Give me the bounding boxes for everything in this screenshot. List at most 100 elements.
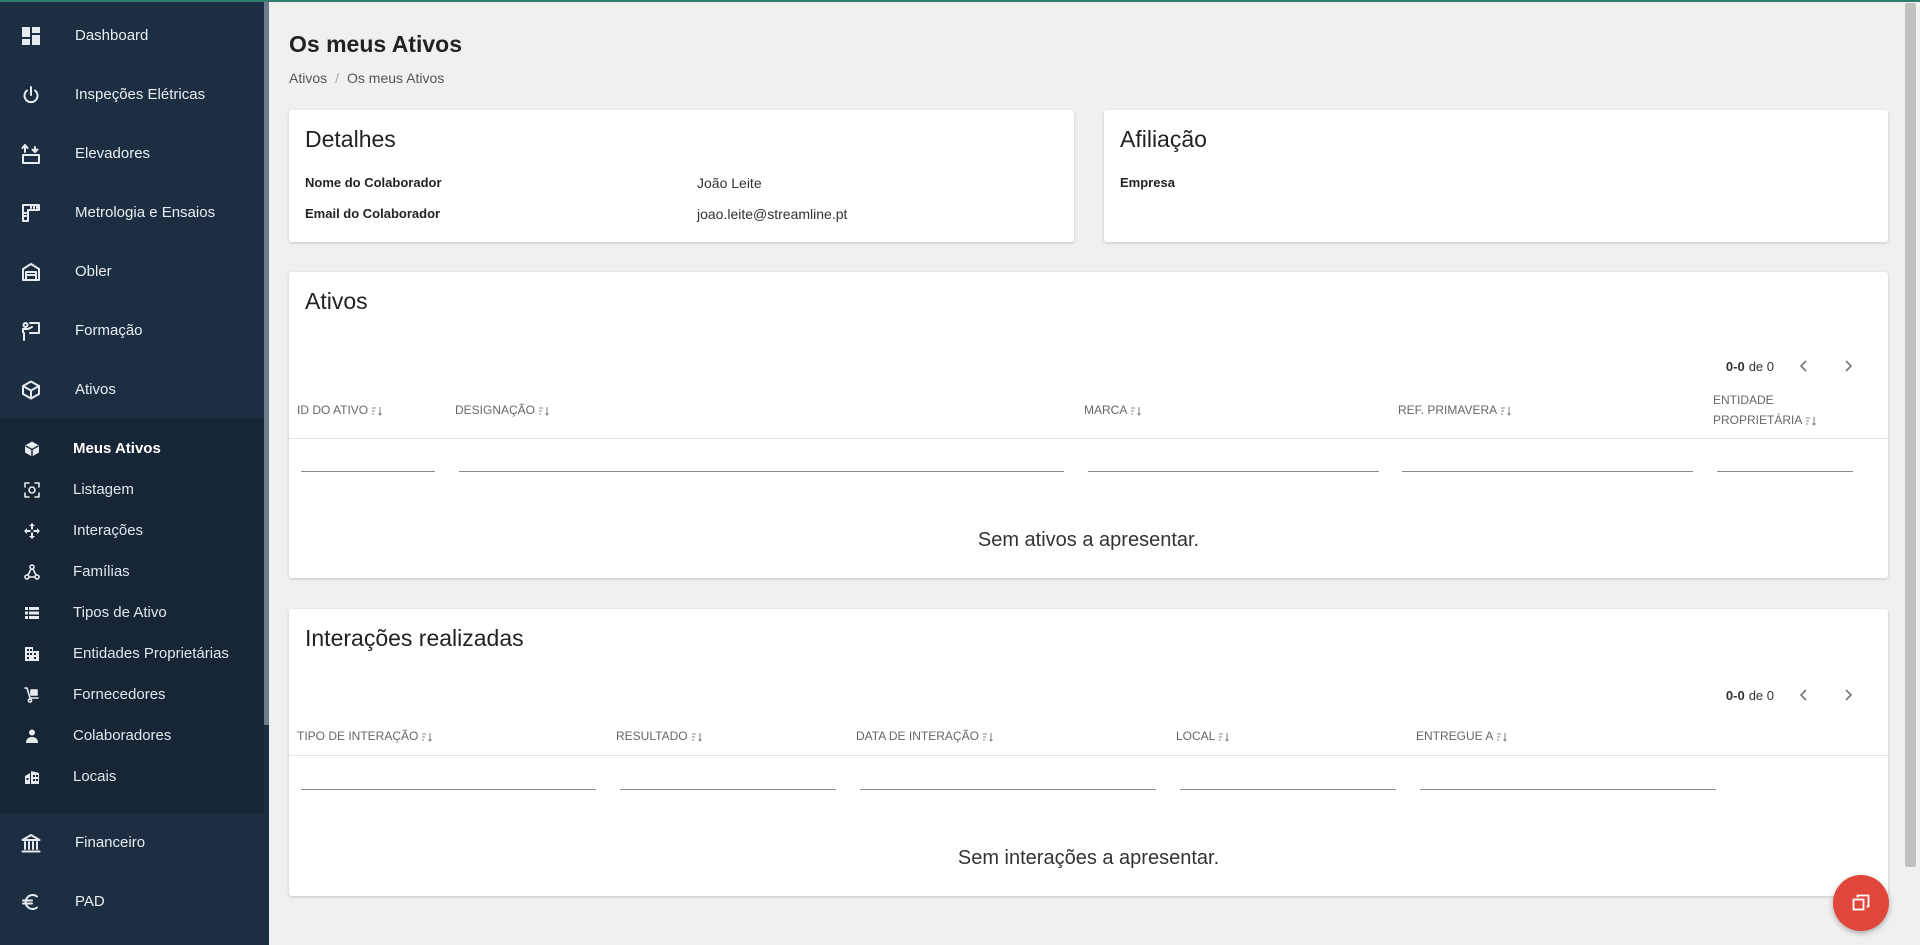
- sort-icon: [539, 406, 549, 416]
- windows-icon: [1852, 894, 1870, 911]
- euro-icon: [20, 891, 42, 913]
- sidebar-item-metrologia[interactable]: Metrologia e Ensaios: [0, 183, 264, 242]
- sidebar-item-dashboard[interactable]: Dashboard: [0, 6, 264, 65]
- filter-input-local[interactable]: [1180, 770, 1396, 790]
- sidebar-item-label: Elevadores: [75, 145, 151, 162]
- filter-input-designacao[interactable]: [459, 452, 1064, 472]
- sort-icon: [372, 406, 383, 416]
- sidebar-subitem-entidades-proprietarias[interactable]: Entidades Proprietárias: [0, 633, 264, 674]
- chevron-right-icon: [1845, 689, 1853, 701]
- sidebar-subitem-label: Meus Ativos: [73, 440, 161, 457]
- assets-empty-message: Sem ativos a apresentar.: [977, 529, 1200, 551]
- page-scrollbar-thumb[interactable]: [1905, 3, 1916, 867]
- sidebar: Dashboard Inspeções Elétricas Elevadores…: [0, 0, 269, 945]
- column-header-label: ID DO ATIVO: [297, 403, 369, 417]
- filter-input-resultado[interactable]: [620, 770, 836, 790]
- sidebar-subitem-fornecedores[interactable]: Fornecedores: [0, 674, 264, 715]
- column-header-ref-primavera[interactable]: REF. PRIMAVERA: [1398, 400, 1512, 420]
- filter-input-tipo-interacao[interactable]: [301, 770, 596, 790]
- sidebar-item-formacao[interactable]: Formação: [0, 301, 264, 360]
- filter-input-ref-primavera[interactable]: [1402, 452, 1693, 472]
- assets-pager-range: 0-0: [1725, 358, 1745, 374]
- sort-icon: [1131, 406, 1142, 416]
- sidebar-subitem-familias[interactable]: Famílias: [0, 551, 264, 592]
- filter-input-marca[interactable]: [1088, 452, 1379, 472]
- sort-icon: [1501, 406, 1512, 416]
- list-icon: [23, 604, 41, 622]
- move-icon: [23, 522, 41, 540]
- column-header-marca[interactable]: MARCA: [1084, 400, 1142, 420]
- sidebar-item-financeiro[interactable]: Financeiro: [0, 813, 264, 872]
- filter-input-data-interacao[interactable]: [860, 770, 1156, 790]
- column-header-label: LOCAL: [1176, 729, 1216, 743]
- person-icon: [23, 727, 41, 745]
- sidebar-subitem-interacoes[interactable]: Interações: [0, 510, 264, 551]
- top-accent-line: [0, 0, 1920, 2]
- details-title: Detalhes: [305, 126, 396, 152]
- column-header-tipo-interacao[interactable]: TIPO DE INTERAÇÃO: [297, 726, 433, 746]
- assets-pager-total: de 0: [1748, 358, 1774, 374]
- column-header-label: REF. PRIMAVERA: [1398, 403, 1498, 417]
- column-header-entidade-proprietaria[interactable]: ENTIDADE PROPRIETÁRIA: [1713, 390, 1833, 430]
- dolly-icon: [23, 686, 41, 704]
- bank-icon: [20, 832, 42, 854]
- affiliation-title: Afiliação: [1120, 126, 1207, 152]
- sort-icon: [1497, 732, 1508, 742]
- elevator-icon: [20, 143, 42, 165]
- factory-icon: [20, 261, 42, 283]
- sidebar-item-label: PAD: [75, 893, 105, 910]
- sidebar-subitem-colaboradores[interactable]: Colaboradores: [0, 715, 264, 756]
- column-header-entregue-a[interactable]: ENTREGUE A: [1416, 726, 1508, 746]
- main-content: Os meus Ativos Ativos / Os meus Ativos D…: [269, 2, 1901, 945]
- column-header-label: MARCA: [1084, 403, 1128, 417]
- city-icon: [23, 768, 41, 786]
- company-label: Empresa: [1120, 175, 1175, 190]
- column-header-designacao[interactable]: DESIGNAÇÃO: [455, 400, 550, 420]
- chevron-right-icon: [1845, 360, 1853, 372]
- column-header-id-ativo[interactable]: ID DO ATIVO: [297, 400, 383, 420]
- column-header-data-interacao[interactable]: DATA DE INTERAÇÃO: [856, 726, 994, 746]
- affiliation-card: Afiliação Empresa: [1104, 110, 1888, 242]
- sort-icon: [422, 732, 433, 742]
- interactions-prev-page-button[interactable]: [1790, 681, 1818, 709]
- collaborator-email-label: Email do Colaborador: [305, 206, 441, 221]
- floating-windows-button[interactable]: [1833, 875, 1889, 931]
- column-header-label: ENTIDADE PROPRIETÁRIA: [1713, 393, 1803, 427]
- sidebar-subitem-label: Listagem: [73, 481, 134, 498]
- sidebar-item-inspecoes-eletricas[interactable]: Inspeções Elétricas: [0, 65, 264, 124]
- assets-pagination: 0-0 de 0: [1726, 352, 1862, 380]
- assets-prev-page-button[interactable]: [1790, 352, 1818, 380]
- assets-next-page-button[interactable]: [1834, 352, 1862, 380]
- filter-input-entidade-proprietaria[interactable]: [1717, 452, 1853, 472]
- breadcrumb-current: Os meus Ativos: [347, 70, 445, 86]
- column-header-local[interactable]: LOCAL: [1176, 726, 1230, 746]
- sort-icon: [982, 732, 993, 742]
- page-title: Os meus Ativos: [289, 31, 462, 57]
- sidebar-subitem-tipos-de-ativo[interactable]: Tipos de Ativo: [0, 592, 264, 633]
- sidebar-item-ativos[interactable]: Ativos: [0, 360, 264, 419]
- interactions-next-page-button[interactable]: [1834, 681, 1862, 709]
- sidebar-subitem-label: Interações: [73, 522, 144, 539]
- interactions-card: Interações realizadas 0-0 de 0 TIPO DE I…: [289, 609, 1888, 896]
- breadcrumb: Ativos / Os meus Ativos: [289, 70, 444, 86]
- filter-input-entregue-a[interactable]: [1420, 770, 1716, 790]
- sidebar-subitem-locais[interactable]: Locais: [0, 756, 264, 797]
- sidebar-item-obler[interactable]: Obler: [0, 242, 264, 301]
- sidebar-item-pad[interactable]: PAD: [0, 872, 264, 931]
- sidebar-submenu-ativos: Meus Ativos Listagem Interações Famílias…: [0, 418, 264, 813]
- breadcrumb-link-ativos[interactable]: Ativos: [289, 70, 327, 86]
- sidebar-subitem-meus-ativos[interactable]: Meus Ativos: [0, 428, 264, 469]
- interactions-pager-total: de 0: [1748, 687, 1774, 703]
- collaborator-name-label: Nome do Colaborador: [305, 175, 442, 190]
- page-scrollbar[interactable]: [1901, 0, 1920, 945]
- sidebar-item-elevadores[interactable]: Elevadores: [0, 124, 264, 183]
- column-header-resultado[interactable]: RESULTADO: [616, 726, 703, 746]
- column-header-label: DESIGNAÇÃO: [455, 403, 536, 417]
- power-icon: [20, 84, 42, 106]
- assets-card: Ativos 0-0 de 0 ID DO ATIVO DESIGNAÇÃO M…: [289, 272, 1888, 578]
- sidebar-item-label: Dashboard: [75, 27, 149, 44]
- sidebar-item-label: Inspeções Elétricas: [75, 86, 206, 103]
- sidebar-subitem-listagem[interactable]: Listagem: [0, 469, 264, 510]
- filter-input-id-ativo[interactable]: [301, 452, 435, 472]
- interactions-pager-range: 0-0: [1725, 687, 1745, 703]
